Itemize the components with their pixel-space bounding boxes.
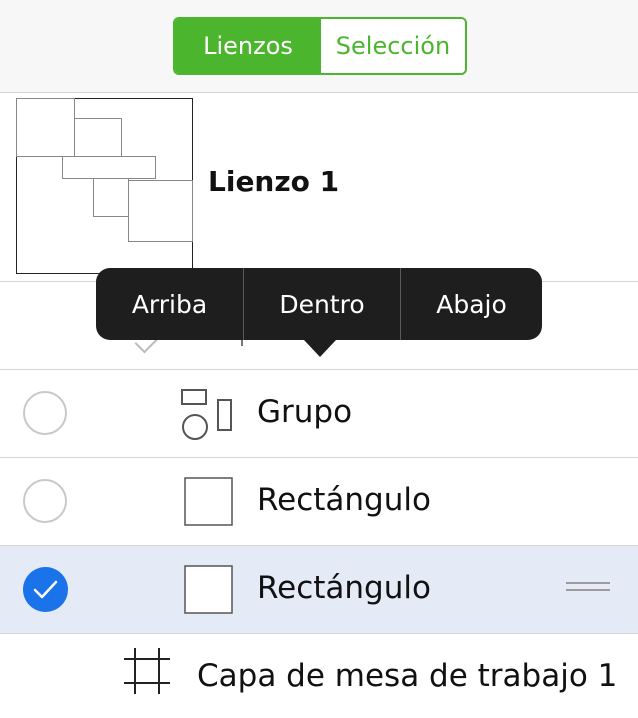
layer-label: Rectángulo [257,570,431,606]
popover-arrow [304,340,336,357]
artboard-icon [124,648,170,694]
segment-seleccion[interactable]: Selección [321,19,465,73]
layer-select-radio[interactable] [23,479,67,523]
view-segmented-control[interactable]: Lienzos Selección [173,17,467,75]
canvas-row[interactable]: Lienzo 1 [0,93,638,282]
rectangle-icon [184,477,233,526]
top-bar: Lienzos Selección [0,0,638,93]
layer-row-group[interactable]: Grupo [0,370,638,458]
artboard-label: Capa de mesa de trabajo 1 [197,658,618,694]
popover-item-arriba[interactable]: Arriba [96,268,244,340]
group-shapes-icon [181,389,232,440]
canvas-thumbnail [16,98,193,274]
layer-row-rectangle[interactable]: Rectángulo [0,458,638,546]
layer-row-rectangle-selected[interactable]: Rectángulo [0,546,638,634]
move-popover-menu: Arriba Dentro Abajo [96,268,542,340]
layer-label: Grupo [257,394,353,430]
artboard-layer-row[interactable]: Capa de mesa de trabajo 1 [0,634,638,718]
checkmark-icon[interactable] [23,567,68,612]
layer-select-radio[interactable] [23,391,67,435]
segment-lienzos[interactable]: Lienzos [175,19,321,73]
canvas-title: Lienzo 1 [208,165,340,198]
layer-label: Rectángulo [257,482,431,518]
drag-handle-icon[interactable] [566,582,610,598]
rectangle-icon [184,565,233,614]
popover-item-abajo[interactable]: Abajo [401,268,542,340]
popover-item-dentro[interactable]: Dentro [244,268,401,340]
